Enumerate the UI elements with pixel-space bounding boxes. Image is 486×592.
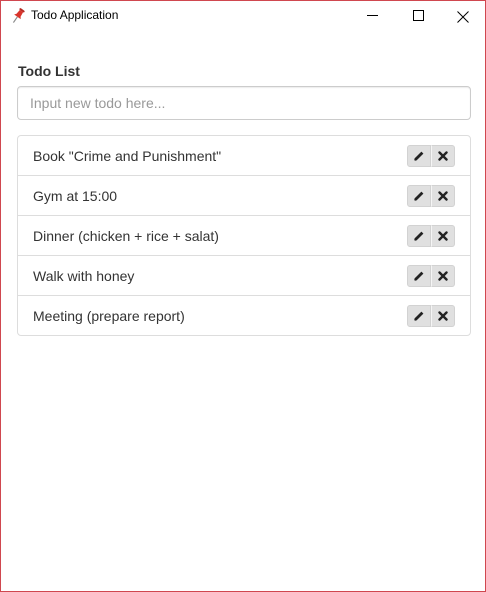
pushpin-icon	[9, 7, 27, 25]
todo-text: Book "Crime and Punishment"	[33, 148, 222, 164]
x-icon	[438, 271, 448, 281]
window-title: Todo Application	[31, 8, 119, 22]
close-icon	[457, 10, 469, 23]
todo-item: Dinner (chicken + rice + salat)	[17, 215, 471, 256]
page-title: Todo List	[18, 63, 80, 79]
todo-actions	[407, 225, 455, 247]
todo-list: Book "Crime and Punishment" Gym at 15:00…	[17, 135, 471, 336]
minimize-icon	[366, 15, 378, 16]
edit-button[interactable]	[407, 225, 431, 247]
delete-button[interactable]	[431, 265, 455, 287]
x-icon	[438, 191, 448, 201]
edit-button[interactable]	[407, 305, 431, 327]
todo-text: Meeting (prepare report)	[33, 308, 185, 324]
title-bar[interactable]: Todo Application	[1, 1, 485, 30]
pencil-icon	[413, 190, 425, 202]
delete-button[interactable]	[431, 305, 455, 327]
pencil-icon	[413, 150, 425, 162]
app-window: Todo Application Todo List Book "Crime a…	[0, 0, 486, 592]
pencil-icon	[413, 230, 425, 242]
maximize-button[interactable]	[395, 1, 441, 30]
todo-item: Gym at 15:00	[17, 175, 471, 216]
todo-text: Walk with honey	[33, 268, 135, 284]
delete-button[interactable]	[431, 225, 455, 247]
todo-actions	[407, 145, 455, 167]
edit-button[interactable]	[407, 265, 431, 287]
maximize-icon	[412, 10, 424, 21]
x-icon	[438, 151, 448, 161]
x-icon	[438, 231, 448, 241]
close-window-button[interactable]	[440, 1, 486, 30]
todo-actions	[407, 265, 455, 287]
todo-text: Dinner (chicken + rice + salat)	[33, 228, 219, 244]
todo-text: Gym at 15:00	[33, 188, 118, 204]
x-icon	[438, 311, 448, 321]
todo-item: Walk with honey	[17, 255, 471, 296]
edit-button[interactable]	[407, 145, 431, 167]
delete-button[interactable]	[431, 185, 455, 207]
todo-item: Meeting (prepare report)	[17, 295, 471, 336]
todo-actions	[407, 305, 455, 327]
new-todo-input[interactable]	[17, 86, 471, 120]
todo-actions	[407, 185, 455, 207]
todo-item: Book "Crime and Punishment"	[17, 135, 471, 176]
minimize-button[interactable]	[349, 1, 395, 30]
delete-button[interactable]	[431, 145, 455, 167]
pencil-icon	[413, 270, 425, 282]
pencil-icon	[413, 310, 425, 322]
edit-button[interactable]	[407, 185, 431, 207]
